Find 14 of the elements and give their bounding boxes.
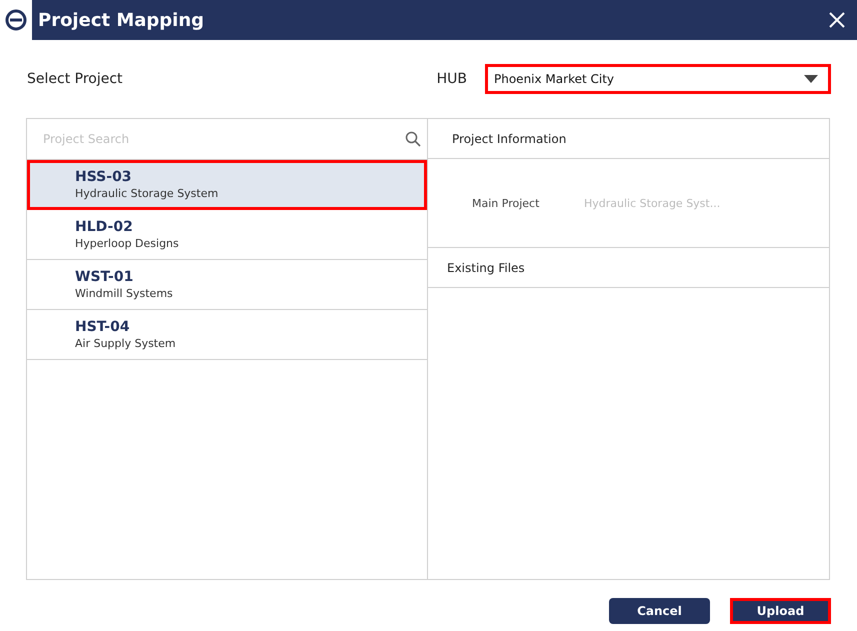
info-label: Main Project: [471, 196, 540, 210]
project-item[interactable]: HSS-03 Hydraulic Storage System: [27, 160, 427, 210]
upload-button[interactable]: Upload: [730, 598, 831, 624]
window-title: Project Mapping: [38, 10, 206, 30]
close-icon: [828, 11, 846, 29]
section-heading: Existing Files: [446, 260, 525, 274]
section-heading: Project Information: [451, 132, 566, 146]
caret-icon: [804, 75, 818, 83]
select-project-label: Select Project: [26, 71, 124, 87]
info-value: Hydraulic Storage Syst...: [584, 196, 720, 210]
hub-dropdown[interactable]: Phoenix Market City: [485, 64, 831, 94]
hub-label: HUB: [436, 71, 467, 87]
cancel-button[interactable]: Cancel: [609, 598, 710, 624]
search-icon: [405, 131, 421, 147]
